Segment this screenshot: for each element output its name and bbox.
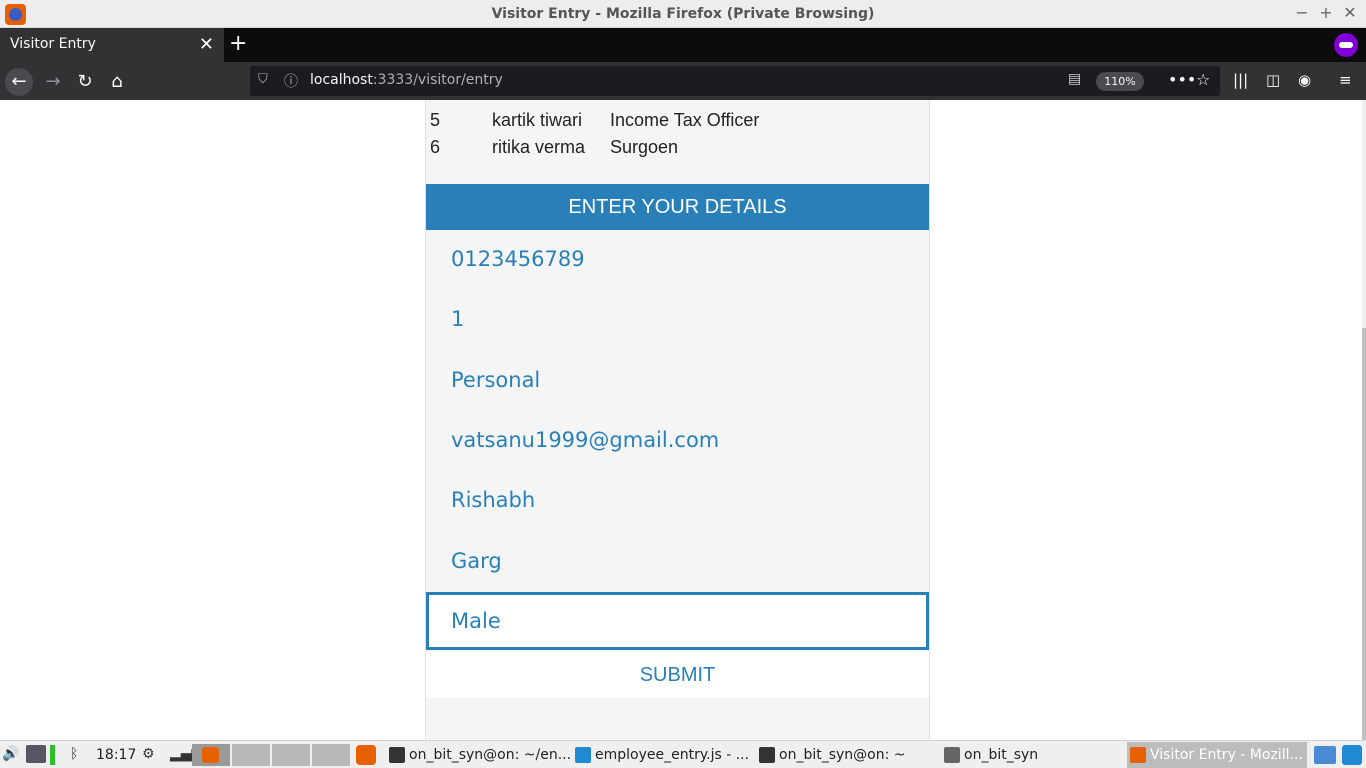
last-name-field xyxy=(426,532,929,590)
taskbar-item-terminal-2[interactable]: on_bit_syn@on: ~ xyxy=(759,742,939,768)
firefox-launcher-icon[interactable] xyxy=(356,745,376,765)
employee-name: kartik tiwari xyxy=(492,110,583,130)
url-text[interactable]: localhost:3333/visitor/entry xyxy=(310,72,503,88)
visitor-count-field xyxy=(426,290,929,348)
more-actions-icon[interactable]: ••• xyxy=(1168,70,1196,89)
back-button[interactable]: ← xyxy=(5,68,33,96)
task-label: on_bit_syn xyxy=(964,747,1039,763)
page-scrollbar[interactable] xyxy=(1362,100,1366,740)
info-icon[interactable]: ⓘ xyxy=(284,71,298,91)
phone-input[interactable] xyxy=(426,230,929,288)
bluetooth-icon[interactable]: ᛒ xyxy=(70,746,78,762)
workspace-3[interactable] xyxy=(272,744,310,766)
sidebar-icon[interactable]: ◫ xyxy=(1266,71,1280,89)
visitor-count-input[interactable] xyxy=(426,290,929,348)
battery-level-icon xyxy=(50,745,55,765)
reader-view-icon[interactable]: ▤ xyxy=(1068,71,1081,87)
employee-id: 5 xyxy=(430,110,441,130)
employee-name: ritika verma xyxy=(492,137,586,157)
volume-icon[interactable]: 🔊 xyxy=(2,746,19,762)
tab-strip: Visitor Entry ✕ + xyxy=(0,28,1366,62)
task-label: employee_entry.js - ... xyxy=(595,747,750,763)
taskbar-item-vscode[interactable]: employee_entry.js - ... xyxy=(575,742,755,768)
library-icon[interactable]: ||| xyxy=(1233,71,1248,89)
employee-designation: Income Tax Officer xyxy=(610,110,760,130)
purpose-input[interactable] xyxy=(426,351,929,409)
forward-button[interactable]: → xyxy=(39,68,67,96)
purpose-field xyxy=(426,351,929,409)
taskbar-item-firefox[interactable]: Visitor Entry - Mozill... xyxy=(1127,742,1307,768)
first-name-field xyxy=(426,471,929,529)
url-path: :3333/visitor/entry xyxy=(372,72,503,88)
url-host: localhost xyxy=(310,72,373,88)
folder-icon xyxy=(944,747,960,763)
page-content: 5 kartik tiwari Income Tax Officer 6 rit… xyxy=(0,100,1366,740)
tab-visitor-entry[interactable]: Visitor Entry ✕ xyxy=(0,28,224,62)
task-label: on_bit_syn@on: ~ xyxy=(779,747,906,763)
bookmark-star-icon[interactable]: ☆ xyxy=(1196,70,1210,89)
network-icon[interactable]: ⚙ xyxy=(142,746,155,762)
last-name-input[interactable] xyxy=(426,532,929,590)
submit-button[interactable]: SUBMIT xyxy=(426,652,929,698)
email-field xyxy=(426,411,929,469)
minimize-button[interactable]: − xyxy=(1292,3,1312,23)
account-icon[interactable]: ◉ xyxy=(1298,71,1311,89)
navigation-toolbar: ← → ↻ ⌂ ⛉ ⓘ localhost:3333/visitor/entry… xyxy=(0,62,1366,100)
clock[interactable]: 18:17 xyxy=(96,747,136,763)
taskbar-item-folder[interactable]: on_bit_syn xyxy=(944,742,1124,768)
terminal-icon xyxy=(759,747,775,763)
first-name-input[interactable] xyxy=(426,471,929,529)
system-taskbar: 🔊 ᛒ 18:17 ⚙ ▂▄▆ on_bit_syn@on: ~/en... e… xyxy=(0,740,1366,768)
address-bar[interactable]: ⛉ ⓘ localhost:3333/visitor/entry ▤ 110% … xyxy=(250,66,1220,96)
shield-icon[interactable]: ⛉ xyxy=(258,72,268,87)
workspace-4[interactable] xyxy=(312,744,350,766)
terminal-icon xyxy=(389,747,405,763)
menu-icon[interactable]: ≡ xyxy=(1339,71,1352,89)
gender-input[interactable] xyxy=(426,592,929,650)
window-title: Visitor Entry - Mozilla Firefox (Private… xyxy=(491,6,875,22)
window-titlebar: Visitor Entry - Mozilla Firefox (Private… xyxy=(0,0,1366,28)
close-window-button[interactable]: ✕ xyxy=(1340,3,1360,23)
close-tab-icon[interactable]: ✕ xyxy=(199,34,214,55)
firefox-icon xyxy=(202,747,219,763)
employee-id: 6 xyxy=(430,137,441,157)
gender-field xyxy=(426,592,929,650)
scrollbar-thumb[interactable] xyxy=(1362,328,1366,740)
private-browsing-icon xyxy=(1334,33,1358,57)
new-tab-button[interactable]: + xyxy=(229,31,247,56)
firefox-icon xyxy=(1130,747,1146,763)
phone-field xyxy=(426,230,929,288)
workspace-2[interactable] xyxy=(232,744,270,766)
workspace-1[interactable] xyxy=(192,744,230,766)
home-button[interactable]: ⌂ xyxy=(103,68,131,96)
monitor-icon[interactable] xyxy=(26,745,46,763)
visitor-panel: 5 kartik tiwari Income Tax Officer 6 rit… xyxy=(425,100,930,740)
email-input[interactable] xyxy=(426,411,929,469)
vscode-icon xyxy=(575,747,591,763)
maximize-button[interactable]: + xyxy=(1316,3,1336,23)
employee-designation: Surgoen xyxy=(610,137,679,157)
task-label: Visitor Entry - Mozill... xyxy=(1150,747,1303,763)
zoom-level-badge[interactable]: 110% xyxy=(1096,72,1144,91)
form-header: ENTER YOUR DETAILS xyxy=(426,184,929,230)
reload-button[interactable]: ↻ xyxy=(71,68,99,96)
taskbar-item-terminal-1[interactable]: on_bit_syn@on: ~/en... xyxy=(389,742,571,768)
vscode-launcher-icon[interactable] xyxy=(1342,745,1362,765)
file-manager-icon[interactable] xyxy=(1314,746,1336,764)
tab-title: Visitor Entry xyxy=(10,36,96,52)
task-label: on_bit_syn@on: ~/en... xyxy=(409,747,571,763)
